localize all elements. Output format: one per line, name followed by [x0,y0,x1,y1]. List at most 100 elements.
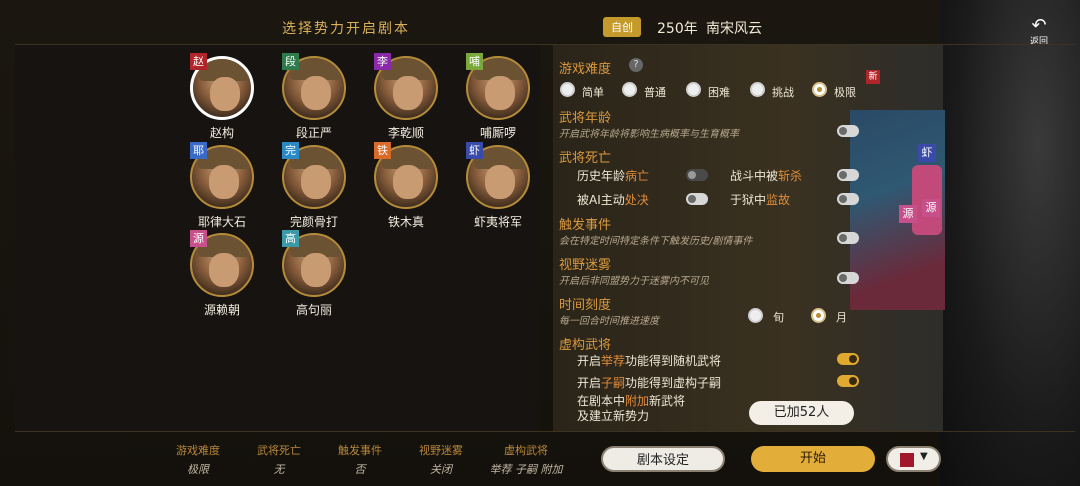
summary-value: 无 [273,463,285,476]
fiction-add-label: 在剧本中附加新武将 及建立新势力 [577,394,686,423]
fiction-heir-label: 开启子嗣功能得到虚构子嗣 [577,376,722,390]
summary-key: 虚构武将 [504,444,548,457]
character-name: 源赖朝 [203,303,240,317]
faction-tag: 完 [282,142,299,159]
difficulty-radio[interactable] [686,82,701,97]
age-toggle[interactable] [837,125,859,137]
faction-tag: 段 [282,53,299,70]
faction-color-picker[interactable]: ▼ [886,446,941,472]
character-name: 哺厮啰 [479,126,516,140]
summary-item: 触发事件否 [320,442,400,477]
character-card[interactable]: 哺哺厮啰 [453,53,543,141]
difficulty-radio[interactable] [812,82,827,97]
custom-badge: 自创 [603,17,641,37]
age-desc: 开启武将年龄将影响生病概率与生育概率 [559,129,739,140]
back-button[interactable]: ↶ 返回 [1022,15,1056,48]
color-swatch [900,453,914,467]
trigger-desc: 会在特定时间特定条件下触发历史/剧情事件 [559,236,753,247]
fog-title: 视野迷雾 [559,258,612,273]
time-label-xun: 旬 [773,311,784,324]
character-name: 耶律大石 [197,215,246,229]
fog-desc: 开启后非同盟势力于迷雾内不可见 [559,276,709,287]
fiction-title: 虚构武将 [559,338,612,353]
character-card[interactable]: 高高句丽 [269,230,359,318]
death-prison-label: 于狱中监故 [730,193,791,207]
difficulty-label: 极限 [834,86,856,99]
time-label-month: 月 [836,311,847,324]
difficulty-radio[interactable] [750,82,765,97]
summary-value: 极限 [187,463,209,476]
character-name: 高句丽 [295,303,332,317]
trigger-toggle[interactable] [837,232,859,244]
summary-item: 武将死亡无 [239,442,319,477]
faction-tag: 赵 [190,53,207,70]
faction-tag: 李 [374,53,391,70]
fiction-recommend-toggle[interactable] [837,353,859,365]
death-battle-toggle[interactable] [837,169,859,181]
map-chip: 虾 [918,144,936,162]
faction-tag: 高 [282,230,299,247]
character-card[interactable]: 耶耶律大石 [177,142,267,230]
fog-toggle[interactable] [837,272,859,284]
new-badge: 新 [866,70,880,84]
page-title: 选择势力开启剧本 [282,21,410,37]
character-card[interactable]: 李李乾顺 [361,53,451,141]
summary-value: 举荐 子嗣 附加 [489,463,563,476]
summary-value: 否 [354,463,366,476]
faction-tag: 源 [190,230,207,247]
difficulty-label: 困难 [708,86,730,99]
summary-item: 虚构武将举荐 子嗣 附加 [486,442,566,477]
difficulty-title: 游戏难度 [559,62,612,77]
death-title: 武将死亡 [559,151,612,166]
death-historical-toggle[interactable] [686,169,708,181]
start-button[interactable]: 开始 [751,446,875,472]
fiction-recommend-label: 开启举荐功能得到随机武将 [577,354,722,368]
summary-key: 视野迷雾 [419,444,463,457]
time-desc: 每一回合时间推进速度 [559,316,659,327]
death-historical-label: 历史年龄病亡 [577,169,650,183]
character-name: 完颜骨打 [289,215,338,229]
summary-item: 游戏难度 极限 [158,442,238,477]
character-name: 铁木真 [387,215,424,229]
faction-tag: 哺 [466,53,483,70]
faction-tag: 虾 [466,142,483,159]
scenario-settings-button[interactable]: 剧本设定 [601,446,725,472]
age-title: 武将年龄 [559,111,612,126]
summary-item: 视野迷雾 关闭 [401,442,481,477]
character-card[interactable]: 赵赵构 [177,53,267,141]
character-name: 虾夷将军 [473,215,522,229]
summary-key: 游戏难度 [176,444,220,457]
death-ai-label: 被AI主动处决 [577,193,649,207]
time-title: 时间刻度 [559,298,612,313]
time-radio-xun[interactable] [748,308,763,323]
faction-tag: 铁 [374,142,391,159]
fiction-heir-toggle[interactable] [837,375,859,387]
death-prison-toggle[interactable] [837,193,859,205]
scenario-name: 南宋风云 [706,21,762,37]
year-label: 250年 [657,21,698,37]
death-ai-toggle[interactable] [686,193,708,205]
character-name: 赵构 [209,126,234,140]
summary-key: 武将死亡 [257,444,301,457]
character-card[interactable]: 源源赖朝 [177,230,267,318]
difficulty-label: 普通 [644,86,666,99]
character-card[interactable]: 虾虾夷将军 [453,142,543,230]
character-card[interactable]: 铁铁木真 [361,142,451,230]
back-arrow-icon: ↶ [1031,15,1047,36]
character-card[interactable]: 完完颜骨打 [269,142,359,230]
time-radio-month[interactable] [811,308,826,323]
difficulty-radio[interactable] [622,82,637,97]
added-generals-button[interactable]: 已加52人 [749,401,854,425]
chevron-down-icon: ▼ [920,451,928,462]
character-card[interactable]: 段段正严 [269,53,359,141]
difficulty-label: 挑战 [772,86,794,99]
trigger-title: 触发事件 [559,218,612,233]
faction-tag: 耶 [190,142,207,159]
summary-value: 关闭 [430,463,452,476]
map-chip: 源 [899,205,917,223]
difficulty-label: 简单 [582,86,604,99]
map-chip: 源 [922,199,940,217]
difficulty-radio[interactable] [560,82,575,97]
help-icon[interactable]: ? [629,58,643,72]
character-name: 李乾顺 [387,126,424,140]
